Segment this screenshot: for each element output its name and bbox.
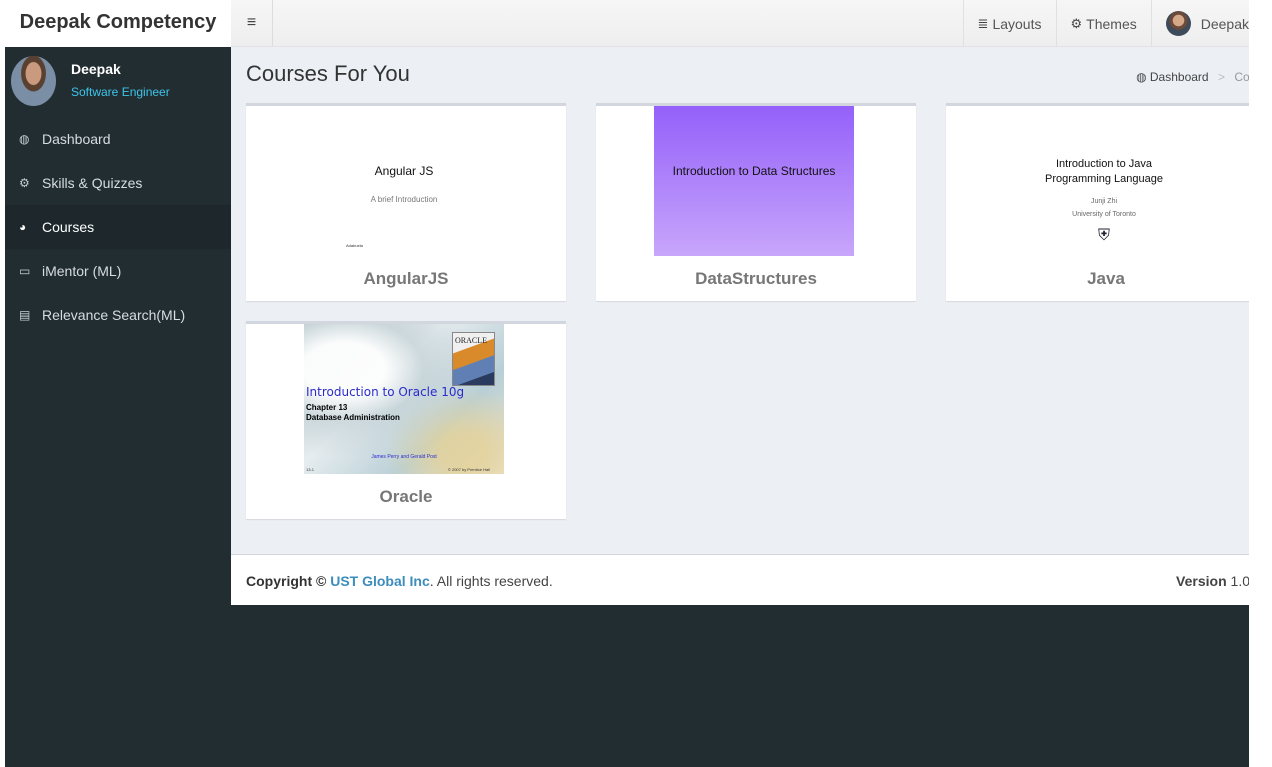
thumbnail-text: A brief Introduction <box>370 195 438 204</box>
course-card-datastructures[interactable]: Introduction to Data Structures DataStru… <box>596 103 916 301</box>
user-avatar <box>11 56 56 106</box>
user-role: Software Engineer <box>71 85 170 99</box>
course-thumbnail: Introduction to Java Programming Languag… <box>1004 106 1204 256</box>
top-navbar: ≡ ≣ Layouts ⚙ Themes Deepak <box>231 0 1249 47</box>
sidebar-menu: ◍ Dashboard ⚙ Skills & Quizzes ◕ Courses… <box>5 117 231 337</box>
thumbnail-text: Junji Zhi University of Toronto <box>1004 195 1204 221</box>
course-thumbnail: Angular JS A brief Introduction Adabuela <box>304 106 504 256</box>
gears-icon: ⚙ <box>1070 15 1083 31</box>
thumbnail-text: © 2007 by Prentice Hall <box>447 467 490 472</box>
copyright-suffix: . All rights reserved. <box>429 573 553 589</box>
layouts-label: Layouts <box>992 15 1042 32</box>
dashboard-icon: ◍ <box>19 132 30 146</box>
files-icon: ▤ <box>19 308 31 322</box>
sidebar-item-skills-quizzes[interactable]: ⚙ Skills & Quizzes <box>5 161 231 205</box>
course-title[interactable]: AngularJS <box>246 269 566 289</box>
user-menu-label: Deepak <box>1200 15 1249 32</box>
thumbnail-line: Programming Language <box>1044 173 1164 185</box>
thumbnail-line: Database Administration <box>306 413 400 422</box>
sidebar-toggle-button[interactable]: ≡ <box>231 0 273 47</box>
list-icon: ≣ <box>977 15 989 31</box>
course-thumbnail: ORACLE Introduction to Oracle 10g Chapte… <box>304 324 504 474</box>
thumbnail-text: Introduction to Oracle 10g <box>306 385 465 399</box>
thumbnail-line: Introduction to Java <box>1055 158 1152 170</box>
book-cover-image: ORACLE <box>452 332 495 386</box>
course-title[interactable]: Oracle <box>246 487 566 507</box>
sidebar-item-label: iMentor (ML) <box>42 263 122 279</box>
gears-icon: ⚙ <box>19 176 30 190</box>
user-panel: Deepak Software Engineer <box>5 47 231 117</box>
course-card-java[interactable]: Introduction to Java Programming Languag… <box>946 103 1249 301</box>
main-content: Courses For You ◍ Dashboard > Courses An… <box>231 47 1249 554</box>
course-thumbnail: Introduction to Data Structures <box>654 106 854 256</box>
sidebar-item-courses[interactable]: ◕ Courses <box>5 205 231 249</box>
laptop-icon: ▭ <box>19 264 31 278</box>
sidebar-item-label: Courses <box>42 219 95 235</box>
user-avatar-small <box>1165 11 1191 36</box>
thumbnail-text: James Perry and Gerald Post <box>371 454 437 460</box>
sidebar-item-label: Dashboard <box>42 131 111 147</box>
sidebar-item-imentor[interactable]: ▭ iMentor (ML) <box>5 249 231 293</box>
thumbnail-text: 13-1 <box>306 467 315 472</box>
sidebar-item-relevance-search[interactable]: ▤ Relevance Search(ML) <box>5 293 231 337</box>
breadcrumb-home-link[interactable]: Dashboard <box>1150 70 1209 84</box>
sidebar-item-label: Relevance Search(ML) <box>42 307 186 323</box>
themes-menu[interactable]: ⚙ Themes <box>1055 0 1151 47</box>
sidebar-item-label: Skills & Quizzes <box>42 175 143 191</box>
thumbnail-line: University of Toronto <box>1072 211 1136 218</box>
thumbnail-text: Introduction to Java Programming Languag… <box>1004 157 1204 187</box>
copyright: Copyright © UST Global Inc. All rights r… <box>246 573 553 589</box>
sidebar-item-dashboard[interactable]: ◍ Dashboard <box>5 117 231 161</box>
themes-label: Themes <box>1086 15 1137 32</box>
course-title[interactable]: DataStructures <box>596 269 916 289</box>
university-crest-icon: ⛨ <box>1098 227 1111 244</box>
company-link[interactable]: UST Global Inc <box>330 573 430 589</box>
breadcrumb-current: Courses <box>1234 70 1249 84</box>
hamburger-icon: ≡ <box>246 14 257 31</box>
breadcrumb: ◍ Dashboard > Courses <box>1136 70 1249 84</box>
app-logo[interactable]: Deepak Competency <box>5 0 231 47</box>
course-title[interactable]: Java <box>946 269 1249 289</box>
version-label: Version <box>1176 573 1227 589</box>
user-name: Deepak <box>71 61 121 77</box>
footer: Copyright © UST Global Inc. All rights r… <box>231 554 1249 605</box>
version-info: Version 1.0 <box>1176 573 1249 589</box>
thumbnail-line: Chapter 13 <box>306 403 348 412</box>
thumbnail-text: Chapter 13 Database Administration <box>306 403 400 423</box>
layouts-menu[interactable]: ≣ Layouts <box>962 0 1056 47</box>
page-title: Courses For You <box>246 61 410 86</box>
copyright-prefix: Copyright © <box>246 573 327 589</box>
thumbnail-text: Angular JS <box>374 164 434 178</box>
app-window: Deepak Competency ≡ ≣ Layouts ⚙ Themes D… <box>5 0 1249 767</box>
user-menu[interactable]: Deepak <box>1150 0 1249 47</box>
breadcrumb-separator: > <box>1217 70 1225 84</box>
thumbnail-text: Introduction to Data Structures <box>672 164 836 178</box>
version-value: 1.0 <box>1230 573 1249 589</box>
book-title: ORACLE <box>455 336 487 345</box>
course-card-oracle[interactable]: ORACLE Introduction to Oracle 10g Chapte… <box>246 321 566 519</box>
thumbnail-line: Junji Zhi <box>1090 198 1118 205</box>
thumbnail-text: Adabuela <box>346 243 363 248</box>
top-nav: ≣ Layouts ⚙ Themes Deepak <box>962 0 1249 47</box>
dashboard-icon: ◍ <box>1136 70 1147 84</box>
course-card-angularjs[interactable]: Angular JS A brief Introduction Adabuela… <box>246 103 566 301</box>
globe-icon: ◕ <box>19 220 27 234</box>
sidebar: Deepak Software Engineer ◍ Dashboard ⚙ S… <box>5 47 231 767</box>
